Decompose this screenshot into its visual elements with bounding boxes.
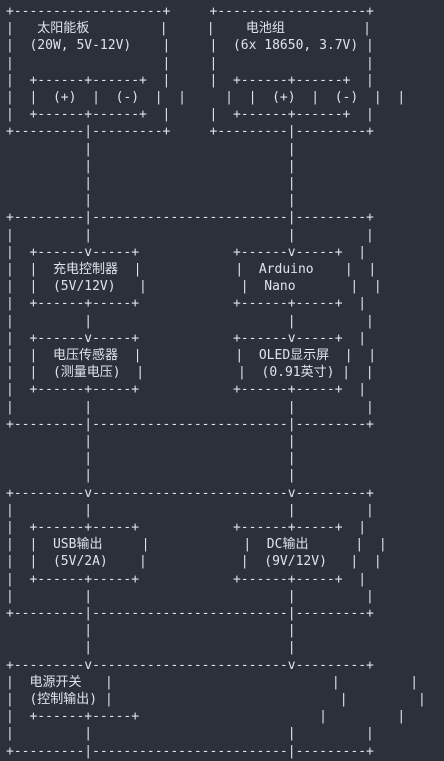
ascii-line: +---------|-------------------------|---… [6, 606, 374, 621]
ascii-line: | | [6, 434, 296, 449]
ascii-line: | (控制输出) | | | [6, 692, 426, 707]
ascii-line: | | | | [6, 502, 374, 518]
ascii-line: | | | | [6, 399, 374, 415]
ascii-line: +---------|---------+ +---------|-------… [6, 124, 374, 140]
ascii-line: | +------+------+ | | +------+------+ | [6, 107, 374, 123]
ascii-line: | | [6, 623, 296, 639]
ascii-line: | | (5V/12V) | | Nano | | [6, 279, 382, 295]
ascii-line: +---------|-------------------------|---… [6, 210, 374, 226]
ascii-line: | | 电压传感器 | | OLED显示屏 | | [6, 348, 377, 363]
ascii-line: +-------------------+ +-----------------… [6, 4, 374, 19]
ascii-line: | | [6, 640, 296, 656]
ascii-line: +---------|-------------------------|---… [6, 743, 374, 759]
ascii-line: | | [6, 158, 296, 174]
ascii-line: | | [6, 451, 296, 467]
ascii-line: | | (+) | (-) | | | | (+) | (-) | | [6, 90, 406, 105]
ascii-line: | | | | [6, 313, 374, 329]
ascii-line: +---------v-------------------------v---… [6, 485, 374, 501]
diagram-canvas: +-------------------+ +-----------------… [0, 0, 444, 761]
ascii-line: | +------+-----+ | | [6, 709, 406, 725]
ascii-line: | 电源开关 | | | [6, 674, 419, 690]
ascii-line: | | [6, 193, 296, 209]
ascii-line: | | USB输出 | | DC输出 | | [6, 537, 387, 553]
ascii-line: | | (5V/2A) | | (9V/12V) | | [6, 554, 382, 570]
ascii-line: | | 充电控制器 | | Arduino | | [6, 262, 377, 277]
ascii-line: | +------+-----+ +------+-----+ | [6, 571, 367, 587]
ascii-line: | +------v-----+ +------v-----+ | [6, 244, 367, 260]
ascii-line: | | [6, 176, 296, 191]
ascii-line: | +------+-----+ +------+-----+ | [6, 296, 367, 312]
ascii-line: | | (测量电压) | | (0.91英寸) | | [6, 365, 374, 381]
ascii-line: | | | | [6, 227, 374, 243]
ascii-line: | | | | [6, 588, 374, 604]
ascii-line: | +------+-----+ +------+-----+ | [6, 382, 367, 398]
ascii-line: | 太阳能板 | | 电池组 | [6, 21, 371, 37]
ascii-line: | (20W, 5V-12V) | | (6x 18650, 3.7V) | [6, 38, 374, 54]
ascii-line: +---------v-------------------------v---… [6, 657, 374, 673]
ascii-line: | +------+-----+ +------+-----+ | [6, 520, 367, 535]
ascii-line: | | | | [6, 55, 374, 71]
ascii-line: | +------v-----+ +------v-----+ | [6, 330, 367, 346]
ascii-line: | +------+------+ | | +------+------+ | [6, 72, 374, 88]
ascii-line: | | [6, 141, 296, 157]
ascii-line: +---------|-------------------------|---… [6, 416, 374, 432]
ascii-line: | | [6, 468, 296, 484]
ascii-line: | | | | [6, 726, 374, 742]
